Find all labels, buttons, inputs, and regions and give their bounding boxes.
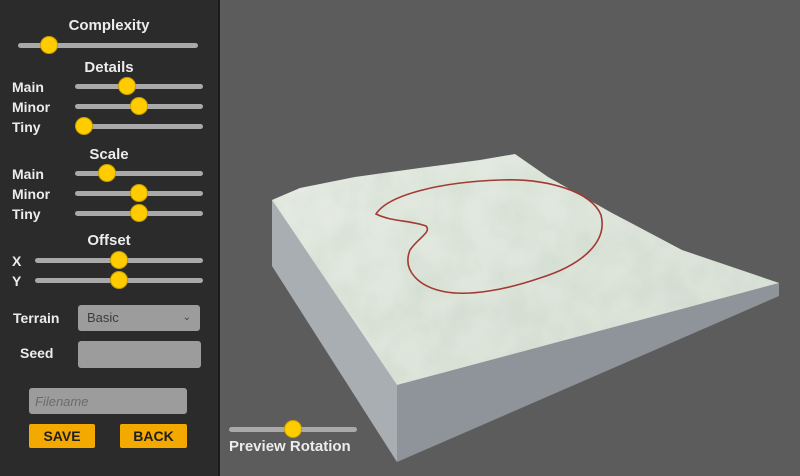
filename-input[interactable] [29,388,187,414]
slider-track [75,84,203,89]
slider-handle[interactable] [131,185,147,201]
slider-handle[interactable] [99,165,115,181]
complexity-slider[interactable] [18,37,198,53]
offset-y-label: Y [12,273,22,289]
scale-tiny-slider[interactable] [75,205,203,221]
details-tiny-slider[interactable] [75,118,203,134]
slider-track [75,171,203,176]
details-minor-label: Minor [12,99,51,115]
seed-label: Seed [20,345,54,361]
slider-handle[interactable] [285,421,301,437]
settings-panel: Complexity Details Main Minor Tiny Scale… [0,0,220,476]
scale-main-slider[interactable] [75,165,203,181]
details-minor-slider[interactable] [75,98,203,114]
scale-main-label: Main [12,166,44,182]
scale-tiny-label: Tiny [12,206,41,222]
scale-title: Scale [89,146,129,163]
details-tiny-label: Tiny [12,119,41,135]
scale-minor-label: Minor [12,186,51,202]
details-main-slider[interactable] [75,78,203,94]
save-button[interactable]: SAVE [29,424,95,448]
slider-handle[interactable] [131,205,147,221]
terrain-dropdown[interactable]: Basic ⌄ [78,305,200,331]
scale-minor-slider[interactable] [75,185,203,201]
details-main-label: Main [12,79,44,95]
terrain-preview[interactable] [220,0,800,476]
back-button[interactable]: BACK [120,424,187,448]
offset-x-slider[interactable] [35,252,203,268]
terrain-label: Terrain [13,310,60,326]
slider-handle[interactable] [111,252,127,268]
seed-input[interactable] [78,341,201,368]
details-title: Details [84,59,134,76]
offset-title: Offset [87,232,131,249]
complexity-title: Complexity [68,17,150,34]
slider-handle[interactable] [119,78,136,94]
preview-rotation-label: Preview Rotation [229,438,351,455]
offset-y-slider[interactable] [35,272,203,288]
slider-handle[interactable] [75,118,92,134]
slider-handle[interactable] [40,37,57,53]
offset-x-label: X [12,253,22,269]
slider-handle[interactable] [131,98,147,114]
chevron-down-icon: ⌄ [182,312,191,323]
preview-rotation-slider[interactable] [229,421,357,437]
slider-handle[interactable] [111,272,127,288]
terrain-selected-value: Basic [87,310,119,325]
slider-track [75,124,203,129]
